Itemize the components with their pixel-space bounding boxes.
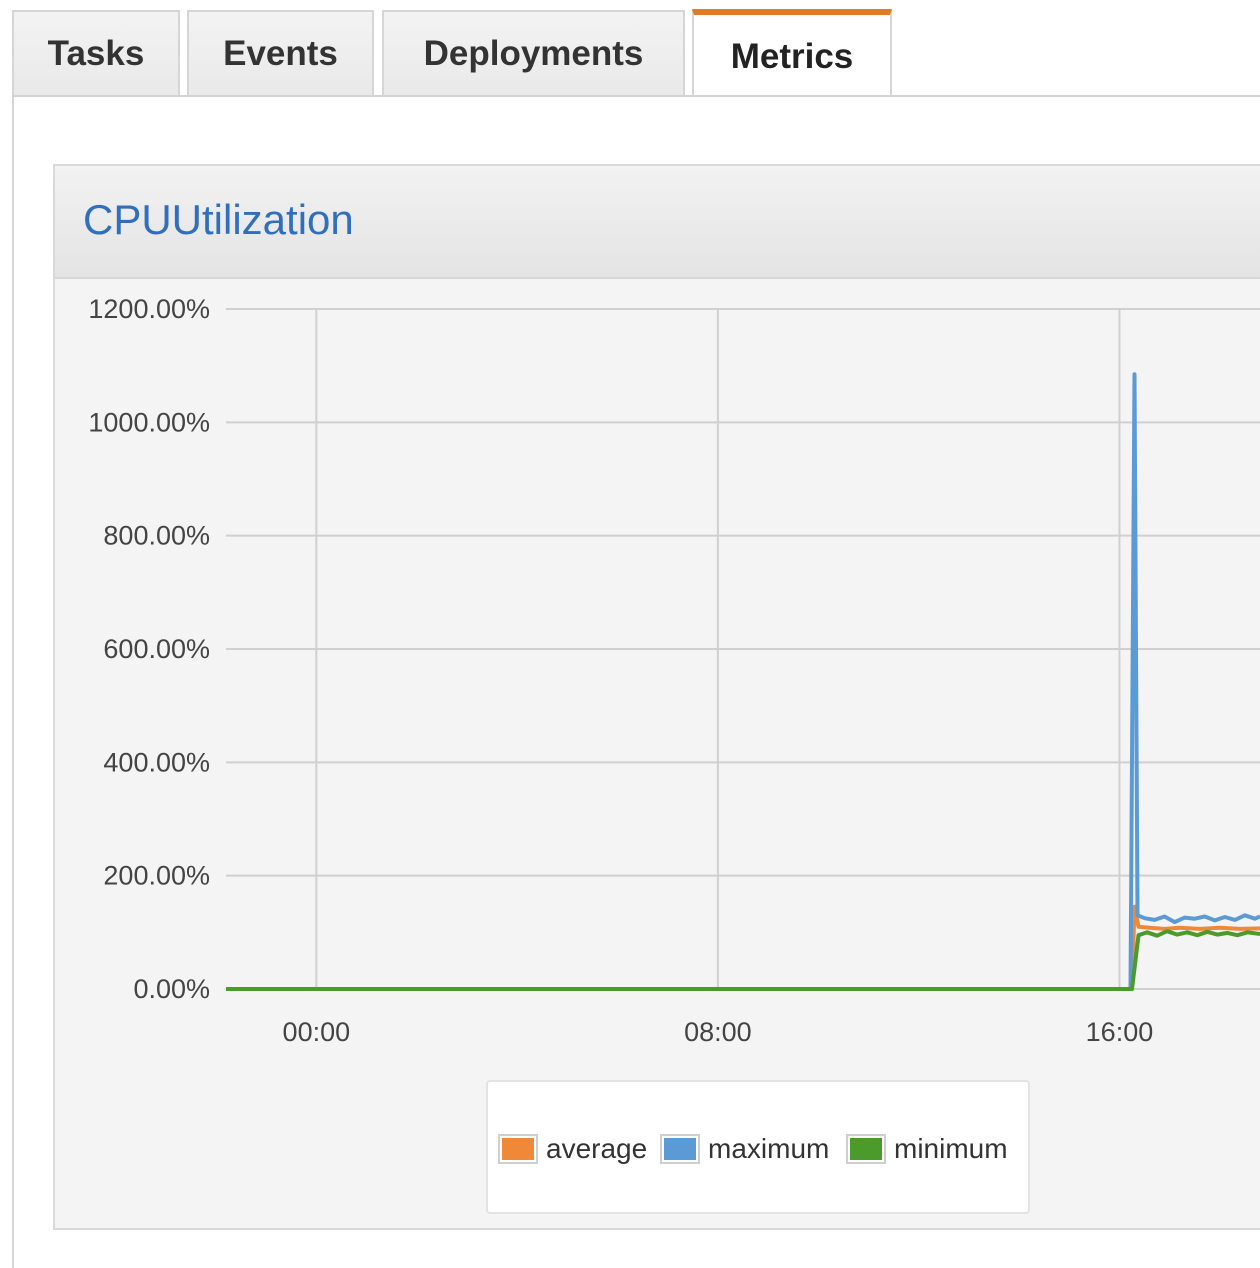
legend-label-average: average — [546, 1133, 648, 1164]
ecs-service-metrics-view: Tasks Events Deployments Metrics CPUUtil… — [0, 0, 1260, 1268]
series-line-minimum — [226, 929, 1260, 991]
legend-item-minimum[interactable]: minimum — [846, 1132, 1008, 1166]
cpu-utilization-chart: 0.00% 200.00% 400.00% 600.00% 800.00% 1000.00… — [88, 294, 1260, 1047]
legend-swatch-maximum — [660, 1134, 700, 1164]
x-tick-label: 00:00 — [283, 1017, 351, 1047]
legend-item-average[interactable]: average — [498, 1132, 647, 1166]
y-tick-label: 600.00% — [103, 634, 210, 664]
legend-label-maximum: maximum — [708, 1133, 830, 1164]
legend-label-minimum: minimum — [894, 1133, 1008, 1164]
chart-grid — [226, 308, 1260, 990]
chart-legend: average maximum minimum — [486, 1080, 1030, 1214]
y-tick-label: 200.00% — [103, 861, 210, 891]
x-tick-label: 08:00 — [684, 1017, 752, 1047]
y-tick-label: 1000.00% — [88, 407, 210, 437]
y-tick-label: 0.00% — [133, 974, 210, 1004]
y-tick-label: 1200.00% — [88, 294, 210, 324]
x-tick-label: 16:00 — [1086, 1017, 1154, 1047]
chart-series — [226, 372, 1260, 991]
y-tick-label: 800.00% — [103, 521, 210, 551]
legend-item-maximum[interactable]: maximum — [660, 1132, 829, 1166]
legend-swatch-average — [498, 1134, 538, 1164]
chart-axis-labels: 0.00% 200.00% 400.00% 600.00% 800.00% 1000.00… — [88, 294, 1153, 1047]
series-line-average — [226, 904, 1260, 991]
legend-swatch-minimum — [846, 1134, 886, 1164]
y-tick-label: 400.00% — [103, 747, 210, 777]
series-line-maximum — [226, 372, 1260, 991]
